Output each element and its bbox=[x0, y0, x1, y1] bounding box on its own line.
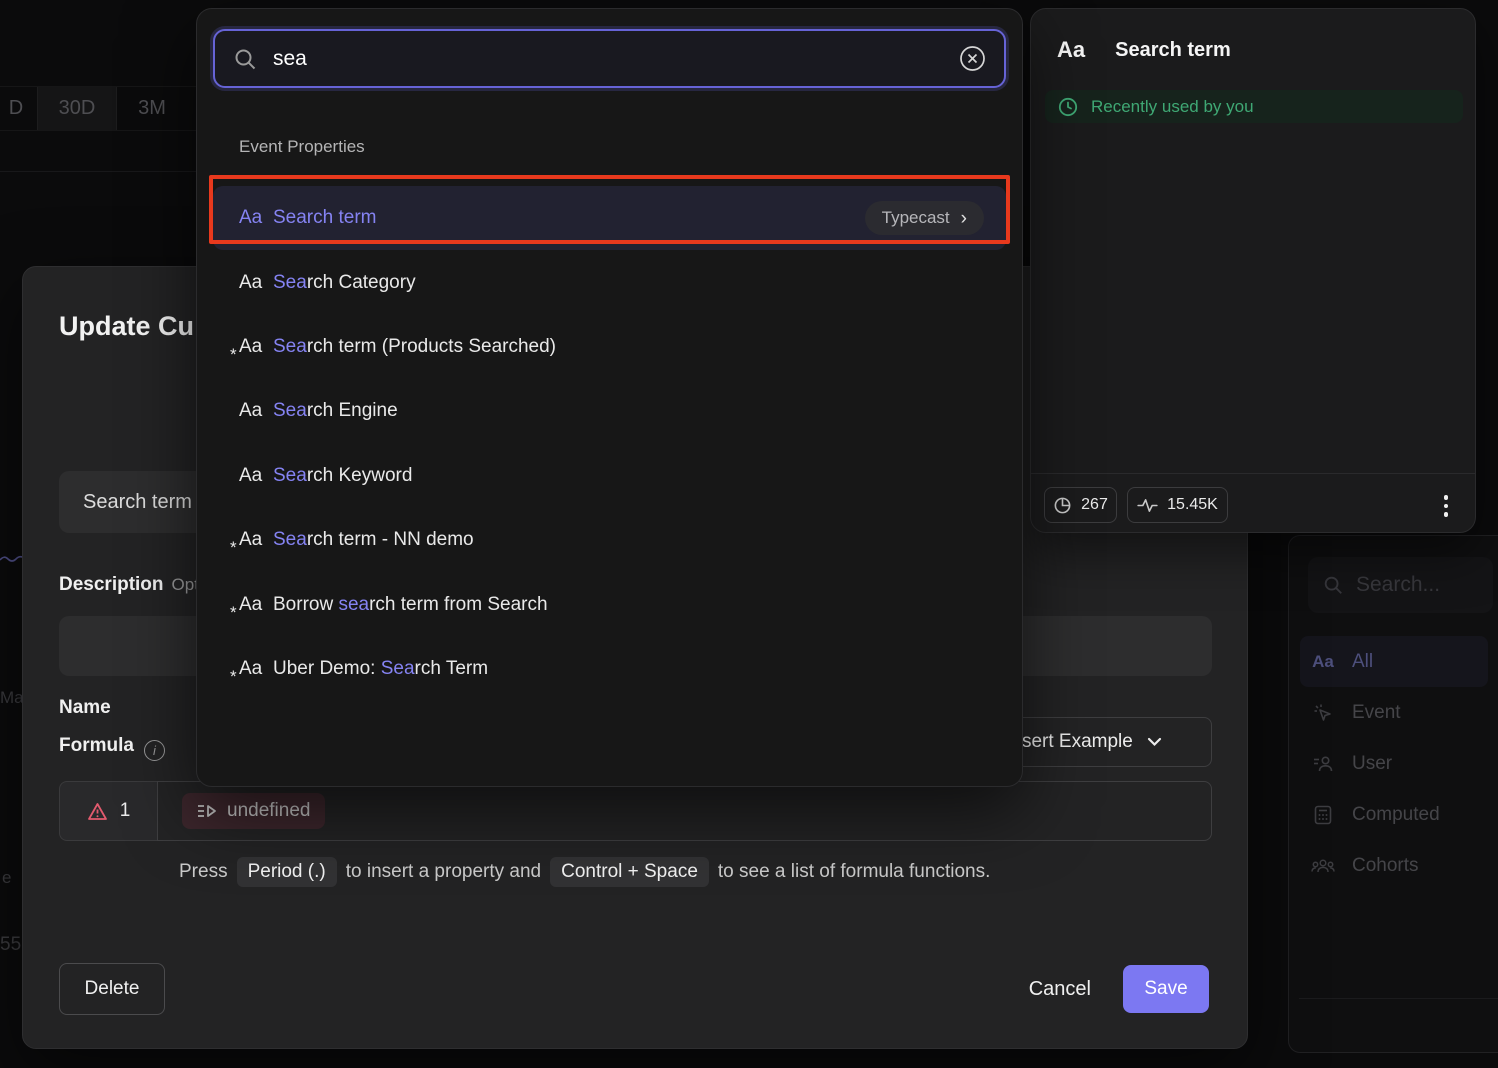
filter-item-cohorts[interactable]: Cohorts bbox=[1300, 840, 1488, 891]
property-search-box bbox=[213, 29, 1006, 88]
close-circle-icon bbox=[959, 45, 986, 72]
more-options-button[interactable] bbox=[1432, 491, 1460, 521]
event-icon bbox=[1310, 702, 1336, 724]
property-option[interactable]: AaSearch Category bbox=[213, 250, 1006, 314]
custom-text-property-icon: Aa* bbox=[239, 658, 273, 680]
search-icon bbox=[233, 47, 257, 71]
typecast-badge[interactable]: Typecast› bbox=[865, 201, 984, 235]
recently-used-badge: Recently used by you bbox=[1045, 90, 1463, 123]
formula-input[interactable]: undefined bbox=[157, 781, 1212, 841]
custom-text-property-icon: Aa* bbox=[239, 336, 273, 358]
user-icon bbox=[1310, 753, 1336, 775]
pie-chart-icon bbox=[1053, 496, 1072, 515]
property-option-label: Borrow search term from Search bbox=[273, 594, 548, 616]
volume-count-pill[interactable]: 15.45K bbox=[1127, 487, 1228, 523]
property-filter-sidebar: Search... Aa All Event User Computed Cohorts bbox=[1288, 535, 1498, 1053]
modal-title: Update Cu bbox=[59, 311, 194, 342]
key-control-space: Control + Space bbox=[550, 857, 709, 887]
divider bbox=[1299, 998, 1498, 999]
record-count-pill[interactable]: 267 bbox=[1044, 487, 1117, 523]
sidebar-search-input[interactable]: Search... bbox=[1308, 557, 1493, 613]
filter-item-computed[interactable]: Computed bbox=[1300, 789, 1488, 840]
clear-search-button[interactable] bbox=[959, 45, 986, 72]
formula-hint: Press Period (.) to insert a property an… bbox=[179, 857, 990, 887]
cohorts-icon bbox=[1310, 855, 1336, 877]
property-option[interactable]: AaSearch term Typecast› bbox=[213, 186, 1006, 250]
warning-icon bbox=[87, 802, 108, 821]
filter-item-label: Computed bbox=[1352, 804, 1440, 826]
property-option[interactable]: Aa*Uber Demo: Search Term bbox=[213, 637, 1006, 701]
time-range-tabs: D 30D 3M bbox=[0, 86, 196, 131]
undefined-token-chip[interactable]: undefined bbox=[182, 793, 325, 829]
filter-item-event[interactable]: Event bbox=[1300, 687, 1488, 738]
tab-3m[interactable]: 3M bbox=[117, 87, 187, 130]
tab-30d[interactable]: 30D bbox=[37, 87, 117, 130]
formula-label: Formulai bbox=[59, 735, 165, 761]
property-title: Search term bbox=[1115, 39, 1231, 62]
sidebar-search-placeholder: Search... bbox=[1356, 573, 1440, 597]
key-period: Period (.) bbox=[237, 857, 337, 887]
property-option[interactable]: Aa*Search term (Products Searched) bbox=[213, 315, 1006, 379]
property-option[interactable]: AaSearch Keyword bbox=[213, 444, 1006, 508]
text-property-icon: Aa bbox=[1057, 37, 1085, 63]
aa-icon: Aa bbox=[1310, 652, 1336, 672]
property-option-label: Search term - NN demo bbox=[273, 529, 474, 551]
property-option-label: Search Engine bbox=[273, 400, 398, 422]
typecast-token-icon bbox=[197, 803, 217, 819]
tab-partial[interactable]: D bbox=[0, 87, 34, 130]
computed-icon bbox=[1310, 804, 1336, 826]
app-window: D 30D 3M May e 55 Search... AaAllEventUs… bbox=[0, 0, 1498, 1068]
property-option-label: Search Category bbox=[273, 272, 416, 294]
chart-line-fragment bbox=[0, 554, 24, 564]
property-option[interactable]: Aa*Search term - NN demo bbox=[213, 508, 1006, 572]
property-results-list: AaSearch termTypecast›AaSearch CategoryA… bbox=[213, 186, 1006, 701]
property-option-label: Search term (Products Searched) bbox=[273, 336, 556, 358]
filter-item-label: Cohorts bbox=[1352, 855, 1419, 877]
property-option[interactable]: AaSearch Engine bbox=[213, 379, 1006, 443]
custom-text-property-icon: Aa* bbox=[239, 594, 273, 616]
property-option-label: Uber Demo: Search Term bbox=[273, 658, 488, 680]
filter-item-label: All bbox=[1352, 651, 1373, 673]
filter-item-label: Event bbox=[1352, 702, 1401, 724]
text-property-icon: Aa bbox=[239, 465, 273, 487]
text-property-icon: Aa bbox=[239, 400, 273, 422]
property-search-overlay: Event Properties AaSearch termTypecast›A… bbox=[196, 8, 1023, 787]
property-type-filter-list: Aa All Event User Computed Cohorts bbox=[1289, 636, 1498, 891]
filter-item-all[interactable]: Aa All bbox=[1300, 636, 1488, 687]
search-icon bbox=[1322, 574, 1344, 596]
save-button[interactable]: Save bbox=[1123, 965, 1209, 1013]
divider bbox=[0, 171, 196, 172]
property-option-label: Search Keyword bbox=[273, 465, 412, 487]
name-label: Name bbox=[59, 697, 111, 719]
property-option-label: Search term bbox=[273, 207, 376, 229]
formula-editor: 1 undefined bbox=[59, 781, 1212, 841]
filter-item-user[interactable]: User bbox=[1300, 738, 1488, 789]
cancel-button[interactable]: Cancel bbox=[1029, 978, 1091, 1001]
divider bbox=[1031, 473, 1475, 474]
formula-error-count: 1 bbox=[59, 781, 157, 841]
clock-icon bbox=[1058, 97, 1078, 117]
chart-axis-label: e bbox=[2, 868, 11, 888]
section-header: Event Properties bbox=[239, 137, 365, 157]
chevron-down-icon bbox=[1147, 737, 1162, 747]
filter-item-label: User bbox=[1352, 753, 1392, 775]
text-property-icon: Aa bbox=[239, 207, 273, 229]
property-details-panel: Aa Search term Recently used by you 267 … bbox=[1030, 8, 1476, 533]
activity-icon bbox=[1137, 498, 1158, 513]
delete-button[interactable]: Delete bbox=[59, 963, 165, 1015]
property-option[interactable]: Aa*Borrow search term from Search bbox=[213, 572, 1006, 636]
info-icon[interactable]: i bbox=[144, 740, 165, 761]
custom-text-property-icon: Aa* bbox=[239, 529, 273, 551]
property-search-input[interactable] bbox=[273, 47, 943, 71]
text-property-icon: Aa bbox=[239, 272, 273, 294]
chart-axis-label: 55 bbox=[0, 934, 21, 956]
property-details-header: Aa Search term bbox=[1057, 37, 1231, 63]
modal-footer-actions: Cancel Save bbox=[1029, 963, 1209, 1015]
